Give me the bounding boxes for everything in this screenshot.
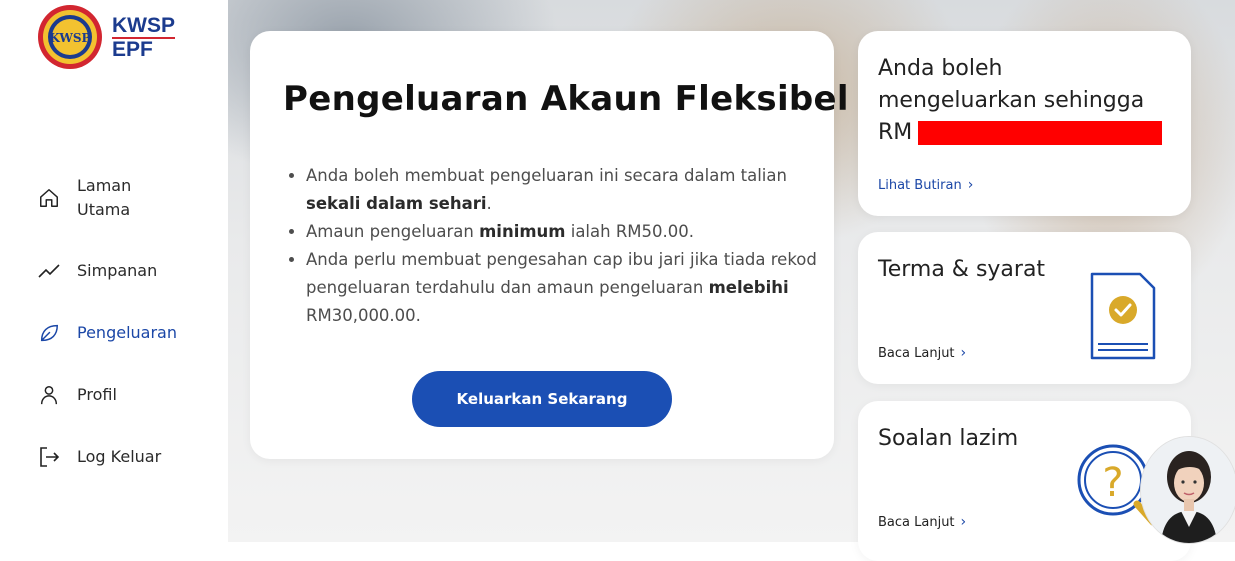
logout-icon (36, 444, 62, 470)
list-item: Amaun pengeluaran minimum ialah RM50.00. (306, 218, 826, 246)
read-more-label: Baca Lanjut (878, 514, 955, 530)
page-title: Pengeluaran Akaun Fleksibel (283, 79, 849, 119)
withdraw-now-button[interactable]: Keluarkan Sekarang (412, 371, 672, 427)
list-item: Anda boleh membuat pengeluaran ini secar… (306, 162, 826, 218)
sidebar-item-profil[interactable]: Profil (36, 382, 216, 408)
bullet-bold: sekali dalam sehari (306, 194, 487, 213)
read-more-label: Baca Lanjut (878, 345, 955, 361)
chevron-right-icon: › (967, 177, 974, 193)
bullet-text: ialah RM50.00. (565, 222, 695, 241)
limit-title: Anda boleh mengeluarkan sehingga RM (878, 53, 1163, 149)
redacted-amount (918, 121, 1163, 145)
bullet-text: . (486, 194, 492, 213)
brand-epf: EPF (112, 37, 153, 61)
faq-title: Soalan lazim (878, 426, 1019, 451)
chevron-right-icon: › (960, 514, 967, 530)
chevron-right-icon: › (960, 345, 967, 361)
sidebar: KWSP KWSP EPF Laman Utama Simpanan Penge… (0, 0, 226, 542)
terms-title: Terma & syarat (878, 257, 1046, 282)
withdrawal-limit-card: Anda boleh mengeluarkan sehingga RM Liha… (858, 31, 1191, 216)
bullet-text: RM30,000.00. (306, 306, 421, 325)
leaf-icon (36, 320, 62, 346)
sidebar-item-label: Simpanan (77, 261, 158, 280)
virtual-assistant-avatar[interactable] (1140, 436, 1235, 544)
terms-card[interactable]: Terma & syarat Baca Lanjut › (858, 232, 1191, 384)
sidebar-item-pengeluaran[interactable]: Pengeluaran (36, 320, 216, 346)
home-icon (36, 185, 62, 211)
user-icon (36, 382, 62, 408)
limit-currency: RM (878, 120, 913, 145)
sidebar-item-simpanan[interactable]: Simpanan (36, 258, 216, 284)
list-item: Anda perlu membuat pengesahan cap ibu ja… (306, 246, 826, 330)
document-check-icon (1090, 272, 1156, 360)
faq-read-more-link[interactable]: Baca Lanjut › (878, 514, 966, 530)
sidebar-item-laman-utama[interactable]: Laman Utama (36, 174, 216, 222)
limit-title-line2: mengeluarkan sehingga (878, 88, 1145, 113)
sidebar-item-label: Profil (77, 385, 117, 404)
withdrawal-info-card: Pengeluaran Akaun Fleksibel Anda boleh m… (250, 31, 849, 459)
bullet-bold: minimum (479, 222, 566, 241)
info-list: Anda boleh membuat pengeluaran ini secar… (286, 162, 826, 330)
svg-text:?: ? (1102, 460, 1123, 506)
limit-title-line1: Anda boleh (878, 56, 1003, 81)
sidebar-item-label: Pengeluaran (77, 323, 177, 342)
brand-kwsp: KWSP (112, 13, 175, 39)
sidebar-item-label: Log Keluar (77, 447, 162, 466)
view-details-link[interactable]: Lihat Butiran › (878, 177, 973, 193)
terms-read-more-link[interactable]: Baca Lanjut › (878, 345, 966, 361)
bullet-text: Anda boleh membuat pengeluaran ini secar… (306, 166, 787, 185)
view-details-label: Lihat Butiran (878, 177, 962, 193)
kwsp-logo[interactable]: KWSP KWSP EPF (36, 3, 175, 71)
assistant-avatar-icon (1141, 437, 1235, 543)
sidebar-item-log-keluar[interactable]: Log Keluar (36, 444, 216, 470)
seal-text: KWSP (49, 31, 90, 45)
sidebar-item-label: Laman Utama (77, 176, 132, 219)
kwsp-seal-icon: KWSP (38, 5, 102, 69)
bullet-bold: melebihi (708, 278, 789, 297)
trend-icon (36, 258, 62, 284)
bullet-text: Amaun pengeluaran (306, 222, 480, 241)
